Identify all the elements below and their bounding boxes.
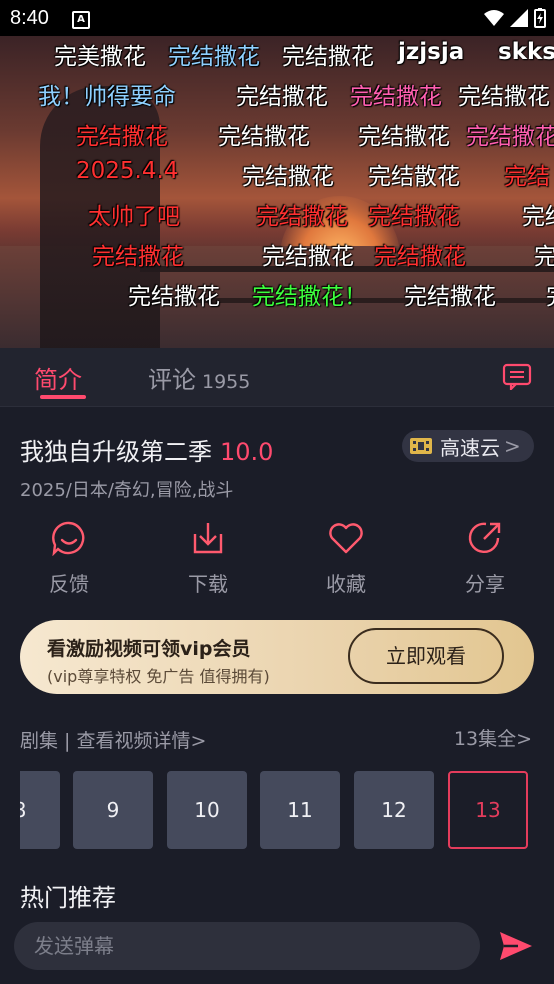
episode-button[interactable]: 8 (20, 771, 60, 849)
danmaku-item: 完结撒花 (128, 284, 220, 310)
tab-bar: 简介 评论 1955 (0, 348, 554, 407)
danmaku-item: 完结撒花 (76, 124, 168, 150)
signal-icon (510, 9, 528, 27)
danmaku-item: 完结撒花 (218, 124, 310, 150)
film-icon (410, 438, 432, 454)
show-title-text: 我独自升级第二季 (20, 438, 212, 466)
status-icons (484, 8, 546, 28)
status-time: 8:40 (10, 7, 49, 29)
episode-button-current[interactable]: 13 (448, 771, 528, 849)
episodes-total[interactable]: 13集全> (454, 724, 532, 751)
episode-button[interactable]: 11 (260, 771, 340, 849)
episode-list: 8 9 10 11 12 13 (20, 771, 554, 851)
danmaku-item: 完结撒花 (262, 244, 354, 270)
favorite-label: 收藏 (326, 572, 366, 596)
danmaku-item: 完结撒花 (282, 44, 374, 70)
vip-banner-subtitle: (vip尊享特权 免广告 值得拥有) (47, 667, 270, 686)
watch-now-button[interactable]: 立即观看 (348, 628, 504, 684)
share-icon (468, 522, 501, 554)
share-button[interactable]: 分享 (445, 520, 525, 597)
tab-comments-label: 评论 (148, 366, 196, 394)
danmaku-item: 完 (546, 286, 554, 309)
download-icon (193, 523, 223, 554)
danmaku-item: 完结撒花 (374, 244, 466, 270)
danmaku-item: 完结撒花 (92, 244, 184, 270)
feedback-label: 反馈 (49, 572, 89, 596)
feedback-icon (52, 521, 85, 557)
tab-comments-count: 1955 (202, 371, 251, 393)
tab-comments[interactable]: 评论 1955 (148, 360, 250, 395)
danmaku-item: 完结撒花 (458, 84, 550, 110)
wifi-icon (484, 10, 504, 26)
danmaku-item: 完 (534, 244, 554, 270)
feedback-button[interactable]: 反馈 (29, 520, 109, 597)
danmaku-item: 完结 (504, 164, 550, 190)
danmaku-item: 完结撒花 (256, 204, 348, 230)
status-bar: 8:40 A (0, 0, 554, 36)
danmaku-item: 完结撒花 (350, 84, 442, 110)
heart-icon (329, 523, 363, 554)
tab-intro[interactable]: 简介 (34, 360, 82, 395)
danmaku-item: 完美撒花 (54, 44, 146, 70)
danmaku-item: 完结撒花 (168, 44, 260, 70)
send-icon[interactable] (498, 930, 534, 962)
source-arrow: > (504, 434, 521, 458)
battery-icon (534, 8, 546, 28)
danmaku-item: 完结撒花 (404, 284, 496, 310)
download-label: 下载 (188, 572, 228, 596)
action-row: 反馈 下载 收藏 分享 (0, 520, 554, 600)
danmaku-input[interactable] (14, 922, 480, 970)
show-meta: 2025/日本/奇幻,冒险,战斗 (20, 480, 234, 501)
recommend-title: 热门推荐 (20, 884, 116, 912)
danmaku-item: 完结撒花 (368, 204, 460, 230)
show-title: 我独自升级第二季 10.0 (20, 432, 273, 467)
show-score: 10.0 (220, 438, 274, 466)
danmaku-item: 2025.4.4 (76, 158, 179, 184)
danmaku-item: 完结撒花！ (252, 284, 367, 310)
danmaku-item: 太帅了吧 (88, 204, 180, 230)
danmaku-item: 完结撒花 (466, 124, 554, 150)
danmaku-item: 完结撒花 (242, 164, 334, 190)
notification-icon: A (72, 11, 90, 29)
danmaku-input-bar (0, 918, 554, 984)
episodes-header[interactable]: 剧集 | 查看视频详情> (20, 726, 206, 753)
episode-button[interactable]: 12 (354, 771, 434, 849)
video-player[interactable]: 完美撒花 完结撒花 完结撒花 jzjsja skks 我！帅得要命 完结撒花 完… (0, 36, 554, 348)
danmaku-item: 完结散花 (368, 164, 460, 190)
download-button[interactable]: 下载 (168, 520, 248, 597)
danmaku-item: 完结撒花 (358, 124, 450, 150)
tab-active-indicator (40, 395, 86, 399)
danmaku-item: 完结 (522, 204, 554, 230)
share-label: 分享 (465, 572, 505, 596)
danmaku-item: 我！帅得要命 (38, 84, 176, 110)
vip-banner: 看激励视频可领vip会员 (vip尊享特权 免广告 值得拥有) 立即观看 (20, 620, 534, 694)
danmaku-item: jzjsja (398, 39, 465, 65)
episode-button[interactable]: 9 (73, 771, 153, 849)
vip-banner-headline: 看激励视频可领vip会员 (47, 638, 251, 660)
source-label: 高速云 (440, 435, 500, 460)
danmaku-settings-icon[interactable] (502, 362, 532, 390)
danmaku-item: skks (498, 39, 554, 65)
favorite-button[interactable]: 收藏 (306, 520, 386, 597)
episode-button[interactable]: 10 (167, 771, 247, 849)
source-selector[interactable]: 高速云 > (402, 430, 534, 462)
danmaku-item: 完结撒花 (236, 84, 328, 110)
